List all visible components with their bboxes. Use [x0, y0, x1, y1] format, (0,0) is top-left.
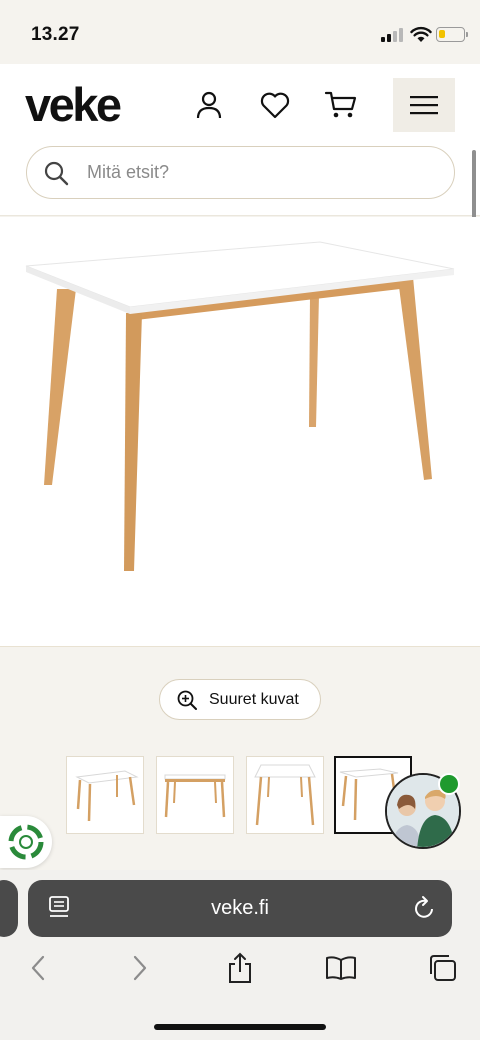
- status-bar: 13.27: [0, 0, 480, 64]
- tabs-icon[interactable]: [424, 950, 460, 986]
- bookmarks-icon[interactable]: [323, 950, 359, 986]
- online-status-dot: [438, 773, 460, 795]
- wifi-icon: [410, 26, 432, 42]
- large-images-label: Suuret kuvat: [209, 690, 299, 708]
- menu-icon: [410, 96, 438, 115]
- forward-icon[interactable]: [122, 950, 158, 986]
- search-input[interactable]: [87, 157, 427, 187]
- veke-logo[interactable]: veke: [25, 79, 122, 131]
- cart-icon[interactable]: [324, 88, 358, 122]
- zoom-in-icon: [177, 690, 197, 710]
- gallery-thumbnail-3[interactable]: [246, 756, 324, 834]
- browser-toolbar: veke.fi: [0, 870, 480, 1040]
- back-icon[interactable]: [20, 950, 56, 986]
- menu-button[interactable]: [393, 78, 455, 132]
- status-time: 13.27: [31, 24, 80, 45]
- url-text[interactable]: veke.fi: [28, 880, 452, 937]
- site-header: veke: [0, 64, 480, 242]
- recycle-badge[interactable]: [0, 816, 52, 868]
- account-icon[interactable]: [192, 88, 226, 122]
- gallery-thumbnail-2[interactable]: [156, 756, 234, 834]
- share-icon[interactable]: [222, 950, 258, 986]
- previous-tab[interactable]: [0, 880, 18, 937]
- gallery-thumbnail-1[interactable]: [66, 756, 144, 834]
- reload-icon[interactable]: [412, 895, 436, 921]
- address-bar[interactable]: veke.fi: [28, 880, 452, 937]
- home-indicator[interactable]: [154, 1024, 326, 1030]
- cellular-signal-icon: [381, 28, 403, 42]
- search-bar[interactable]: [26, 146, 455, 199]
- heart-icon[interactable]: [258, 88, 292, 122]
- large-images-button[interactable]: Suuret kuvat: [159, 679, 321, 720]
- product-image[interactable]: [0, 217, 480, 647]
- battery-level: [439, 30, 445, 38]
- search-icon: [44, 161, 69, 186]
- recycle-icon: [8, 824, 44, 860]
- battery-icon: [436, 27, 468, 42]
- table-photo: [25, 241, 455, 571]
